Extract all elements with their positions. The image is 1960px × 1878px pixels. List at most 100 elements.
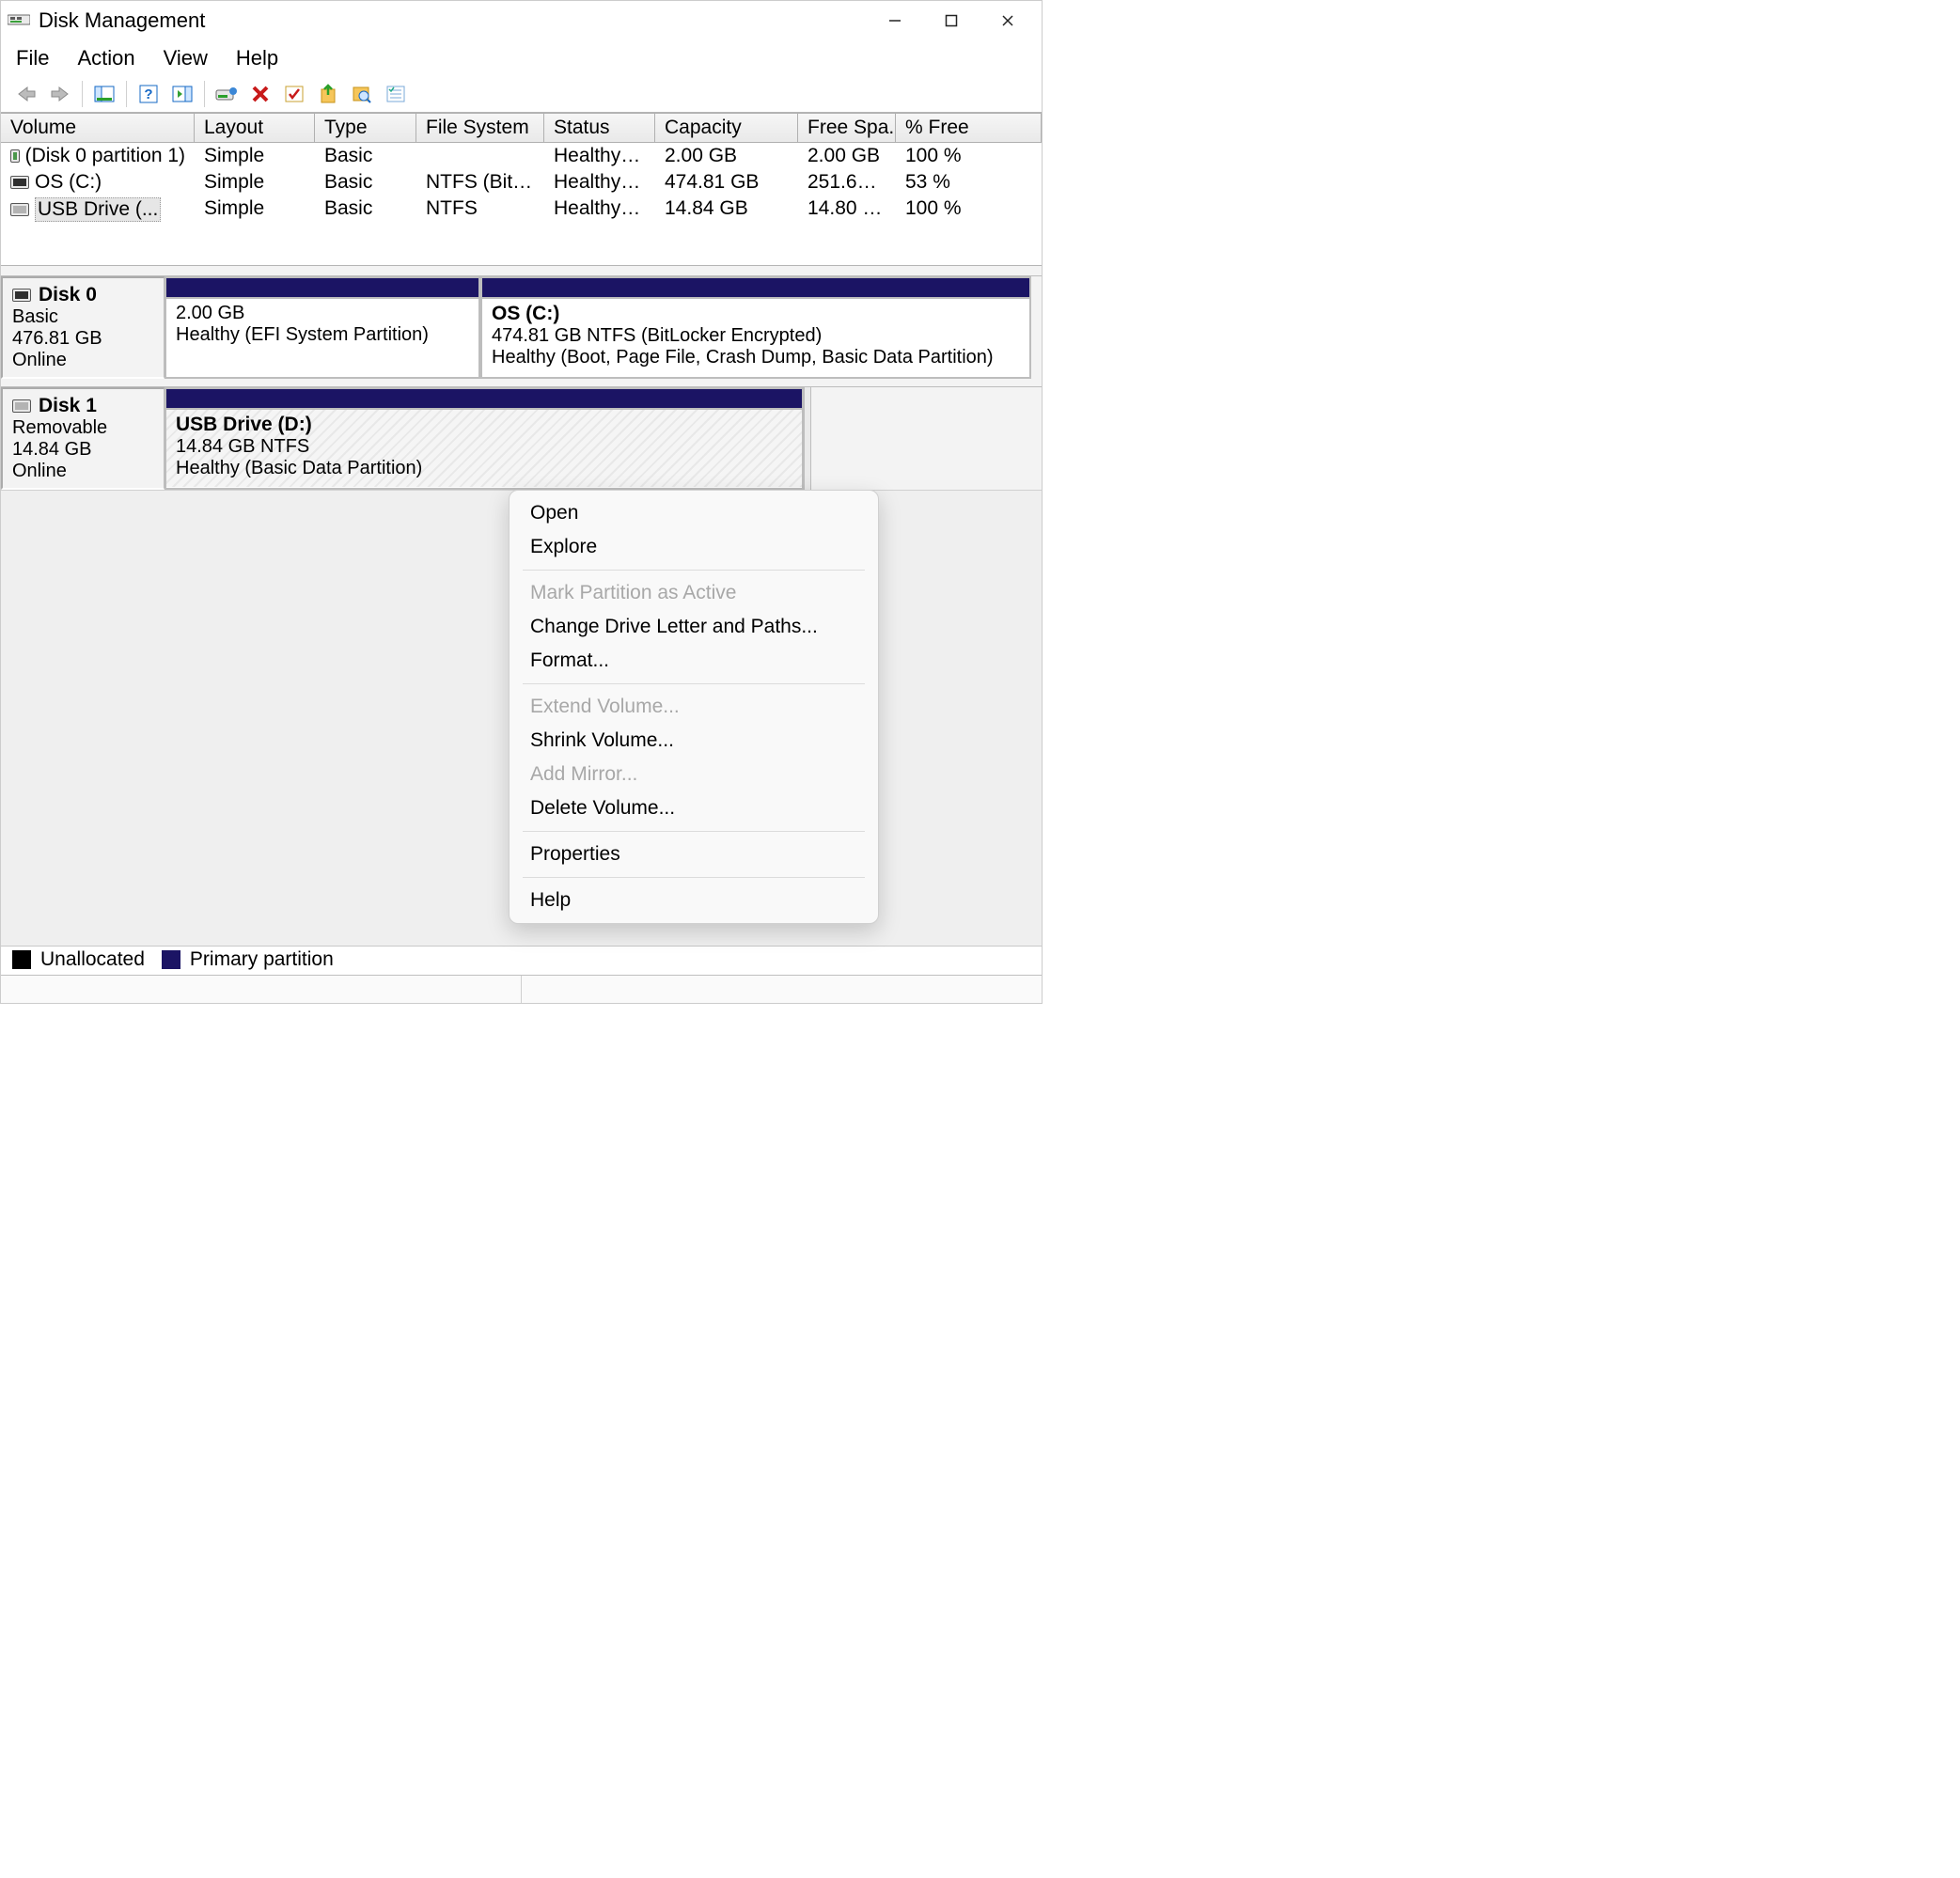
context-menu-separator (523, 683, 865, 684)
minimize-button[interactable] (867, 3, 923, 39)
disk-info-line: 476.81 GB (12, 328, 154, 350)
disk-info-line: Basic (12, 306, 154, 328)
column-headers: Volume Layout Type File System Status Ca… (1, 113, 1042, 143)
forward-button[interactable] (44, 80, 76, 108)
partition[interactable]: 2.00 GBHealthy (EFI System Partition) (165, 276, 480, 379)
volume-list: Volume Layout Type File System Status Ca… (1, 112, 1042, 266)
show-hide-action-pane-button[interactable] (166, 80, 198, 108)
context-menu-item[interactable]: Delete Volume... (513, 791, 874, 825)
context-menu-item: Mark Partition as Active (513, 576, 874, 610)
partition-line2: Healthy (Boot, Page File, Crash Dump, Ba… (492, 347, 1020, 368)
volume-name: OS (C:) (35, 171, 102, 194)
volume-row[interactable]: (Disk 0 partition 1)SimpleBasicHealthy (… (1, 143, 1042, 169)
show-hide-console-tree-button[interactable] (88, 80, 120, 108)
partition-header-bar (482, 278, 1029, 299)
context-menu-item[interactable]: Change Drive Letter and Paths... (513, 610, 874, 644)
menu-file[interactable]: File (14, 44, 51, 72)
partition[interactable]: OS (C:)474.81 GB NTFS (BitLocker Encrypt… (480, 276, 1031, 379)
col-capacity[interactable]: Capacity (655, 113, 798, 142)
col-filesystem[interactable]: File System (416, 113, 544, 142)
volume-free: 14.80 GB (798, 196, 896, 224)
menubar: File Action View Help (1, 40, 1042, 78)
col-type[interactable]: Type (315, 113, 416, 142)
partition-line1: 2.00 GB (176, 303, 469, 324)
partition-header-bar (166, 278, 478, 299)
volume-name: (Disk 0 partition 1) (25, 145, 185, 167)
partition-context-menu: OpenExplore Mark Partition as ActiveChang… (509, 490, 879, 924)
disk-info[interactable]: Disk 1Removable14.84 GBOnline (1, 387, 165, 490)
volume-type: Basic (315, 169, 416, 196)
volume-icon (10, 203, 29, 216)
back-button[interactable] (10, 80, 42, 108)
delete-button[interactable] (244, 80, 276, 108)
volume-layout: Simple (195, 169, 315, 196)
menu-help[interactable]: Help (234, 44, 280, 72)
volume-capacity: 14.84 GB (655, 196, 798, 224)
volume-capacity: 474.81 GB (655, 169, 798, 196)
col-pctfree[interactable]: % Free (896, 113, 1042, 142)
partitions: USB Drive (D:)14.84 GB NTFSHealthy (Basi… (165, 387, 1042, 490)
legend: Unallocated Primary partition (1, 946, 1042, 975)
volume-rows: (Disk 0 partition 1)SimpleBasicHealthy (… (1, 143, 1042, 265)
disk-row: Disk 1Removable14.84 GBOnlineUSB Drive (… (1, 386, 1042, 490)
volume-pctfree: 100 % (896, 143, 1042, 169)
col-volume[interactable]: Volume (1, 113, 195, 142)
context-menu-item[interactable]: Format... (513, 644, 874, 678)
context-menu-item: Extend Volume... (513, 690, 874, 724)
disk-info-line: Online (12, 350, 154, 371)
volume-fs: NTFS (BitLo... (416, 169, 544, 196)
volume-free: 251.63 GB (798, 169, 896, 196)
col-status[interactable]: Status (544, 113, 655, 142)
volume-pctfree: 100 % (896, 196, 1042, 224)
volume-row[interactable]: OS (C:) SimpleBasicNTFS (BitLo...Healthy … (1, 169, 1042, 196)
disk-name: Disk 0 (39, 284, 97, 306)
search-button[interactable] (346, 80, 378, 108)
volume-name: USB Drive (... (35, 197, 161, 222)
disk-icon (12, 399, 31, 413)
statusbar (1, 975, 1042, 1003)
partition-title: OS (C:) (492, 303, 1020, 325)
volume-row[interactable]: USB Drive (...SimpleBasicNTFSHealthy (B.… (1, 196, 1042, 224)
volume-layout: Simple (195, 196, 315, 224)
partition-line2: Healthy (Basic Data Partition) (176, 458, 792, 479)
context-menu-item[interactable]: Open (513, 496, 874, 530)
volume-type: Basic (315, 143, 416, 169)
disk-info[interactable]: Disk 0Basic476.81 GBOnline (1, 276, 165, 379)
disk-name: Disk 1 (39, 395, 97, 417)
context-menu-item[interactable]: Help (513, 884, 874, 917)
volume-status: Healthy (B... (544, 169, 655, 196)
volume-fs (416, 143, 544, 169)
disk-info-line: 14.84 GB (12, 439, 154, 461)
volume-layout: Simple (195, 143, 315, 169)
context-menu-item: Add Mirror... (513, 758, 874, 791)
partition-header-bar (166, 389, 802, 410)
col-free[interactable]: Free Spa... (798, 113, 896, 142)
check-button[interactable] (278, 80, 310, 108)
volume-free: 2.00 GB (798, 143, 896, 169)
maximize-button[interactable] (923, 3, 980, 39)
settings-list-button[interactable] (380, 80, 412, 108)
partitions: 2.00 GBHealthy (EFI System Partition)OS … (165, 276, 1042, 379)
partition-line1: 14.84 GB NTFS (176, 436, 792, 458)
legend-swatch-primary (162, 950, 180, 969)
legend-label-primary: Primary partition (190, 948, 334, 971)
context-menu-item[interactable]: Explore (513, 530, 874, 564)
export-button[interactable] (312, 80, 344, 108)
context-menu-separator (523, 831, 865, 832)
partition[interactable]: USB Drive (D:)14.84 GB NTFSHealthy (Basi… (165, 387, 804, 490)
context-menu-item[interactable]: Shrink Volume... (513, 724, 874, 758)
partition-resize-grip[interactable] (804, 387, 811, 490)
help-button[interactable]: ? (133, 80, 165, 108)
menu-action[interactable]: Action (75, 44, 136, 72)
menu-view[interactable]: View (162, 44, 210, 72)
disk-info-line: Removable (12, 417, 154, 439)
refresh-disks-button[interactable] (211, 80, 243, 108)
close-button[interactable] (980, 3, 1036, 39)
disk-row: Disk 0Basic476.81 GBOnline2.00 GBHealthy… (1, 275, 1042, 379)
context-menu-item[interactable]: Properties (513, 837, 874, 871)
legend-label-unallocated: Unallocated (40, 948, 145, 971)
volume-type: Basic (315, 196, 416, 224)
volume-icon (10, 149, 20, 163)
partition-title: USB Drive (D:) (176, 414, 792, 436)
col-layout[interactable]: Layout (195, 113, 315, 142)
